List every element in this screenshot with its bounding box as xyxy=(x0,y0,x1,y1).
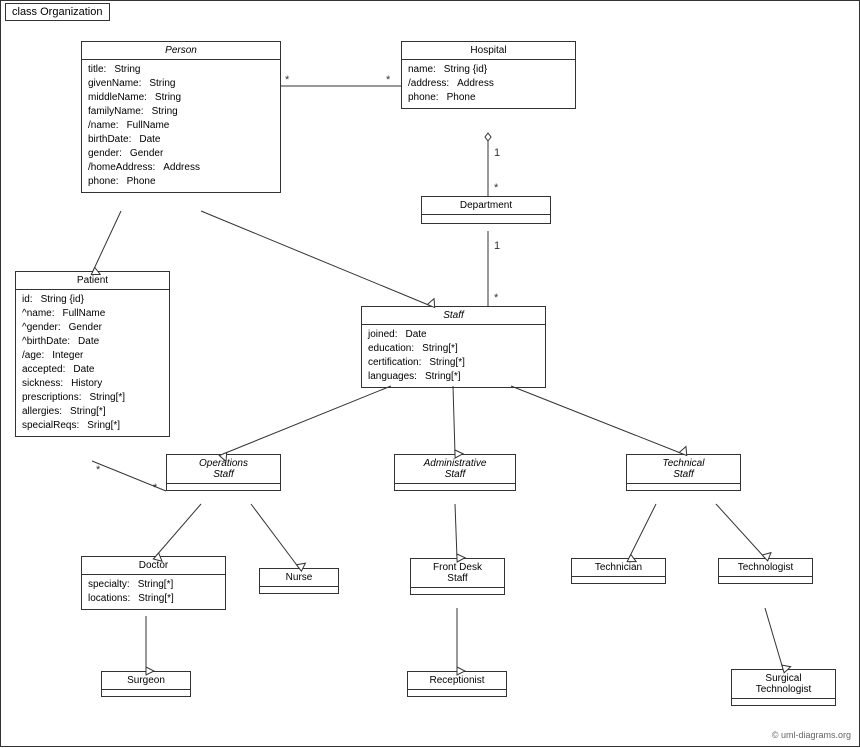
surgical-technologist-header: SurgicalTechnologist xyxy=(732,670,835,699)
front-desk-staff-class: Front DeskStaff xyxy=(410,558,505,595)
doctor-class: Doctor specialty:String[*] locations:Str… xyxy=(81,556,226,610)
doctor-header: Doctor xyxy=(82,557,225,575)
department-body xyxy=(422,215,550,223)
technician-class: Technician xyxy=(571,558,666,584)
patient-header: Patient xyxy=(16,272,169,290)
operations-staff-header: OperationsStaff xyxy=(167,455,280,484)
person-header: Person xyxy=(82,42,280,60)
svg-text:*: * xyxy=(153,482,158,494)
technician-header: Technician xyxy=(572,559,665,577)
administrative-staff-class: AdministrativeStaff xyxy=(394,454,516,491)
surgical-technologist-class: SurgicalTechnologist xyxy=(731,669,836,706)
receptionist-class: Receptionist xyxy=(407,671,507,697)
nurse-header: Nurse xyxy=(260,569,338,587)
surgeon-class: Surgeon xyxy=(101,671,191,697)
front-desk-staff-header: Front DeskStaff xyxy=(411,559,504,588)
svg-text:*: * xyxy=(386,74,391,86)
surgeon-header: Surgeon xyxy=(102,672,190,690)
staff-header: Staff xyxy=(362,307,545,325)
diagram-title: class Organization xyxy=(5,3,110,21)
receptionist-header: Receptionist xyxy=(408,672,506,690)
technical-staff-header: TechnicalStaff xyxy=(627,455,740,484)
svg-text:*: * xyxy=(494,292,499,304)
operations-staff-class: OperationsStaff xyxy=(166,454,281,491)
hospital-class: Hospital name:String {id} /address:Addre… xyxy=(401,41,576,109)
patient-body: id:String {id} ^name:FullName ^gender:Ge… xyxy=(16,290,169,436)
administrative-staff-header: AdministrativeStaff xyxy=(395,455,515,484)
department-header: Department xyxy=(422,197,550,215)
staff-class: Staff joined:Date education:String[*] ce… xyxy=(361,306,546,388)
diagram-container: class Organization Person title:String g… xyxy=(0,0,860,747)
svg-text:1: 1 xyxy=(494,147,500,159)
svg-text:1: 1 xyxy=(494,240,500,252)
hospital-header: Hospital xyxy=(402,42,575,60)
person-body: title:String givenName:String middleName… xyxy=(82,60,280,192)
department-class: Department xyxy=(421,196,551,224)
person-class: Person title:String givenName:String mid… xyxy=(81,41,281,193)
svg-text:*: * xyxy=(494,182,499,194)
nurse-class: Nurse xyxy=(259,568,339,594)
technical-staff-class: TechnicalStaff xyxy=(626,454,741,491)
staff-body: joined:Date education:String[*] certific… xyxy=(362,325,545,387)
patient-class: Patient id:String {id} ^name:FullName ^g… xyxy=(15,271,170,437)
svg-text:*: * xyxy=(285,74,290,86)
technologist-class: Technologist xyxy=(718,558,813,584)
copyright-text: © uml-diagrams.org xyxy=(772,730,851,740)
svg-text:*: * xyxy=(96,464,101,476)
hospital-body: name:String {id} /address:Address phone:… xyxy=(402,60,575,108)
technologist-header: Technologist xyxy=(719,559,812,577)
